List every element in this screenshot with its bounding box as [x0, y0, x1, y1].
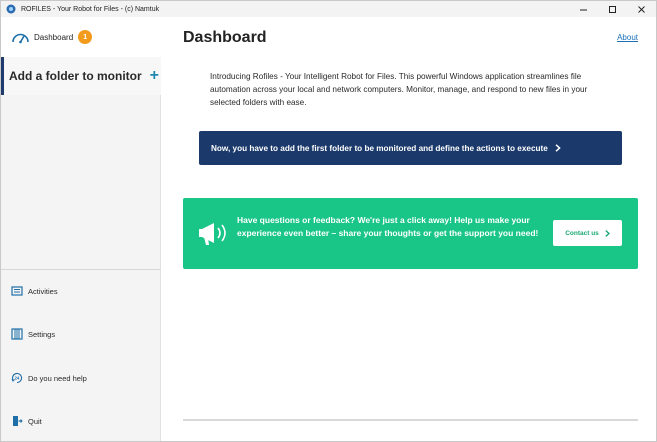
sidebar-item-activities[interactable]: Activities — [1, 279, 161, 303]
quit-icon — [13, 416, 23, 426]
svg-text:24: 24 — [15, 376, 20, 381]
maximize-button[interactable] — [598, 1, 627, 17]
sidebar-item-help[interactable]: 24 Do you need help — [1, 366, 161, 390]
contact-us-button[interactable]: Contact us — [553, 220, 622, 246]
sidebar-item-label: Dashboard — [34, 32, 74, 42]
about-link[interactable]: About — [617, 33, 638, 42]
sidebar-item-label: Activities — [28, 286, 58, 296]
sidebar-item-settings[interactable]: Settings — [1, 322, 161, 346]
chevron-right-icon — [555, 144, 561, 152]
megaphone-icon — [199, 223, 226, 245]
app-window: ROFILES - Your Robot for Files - (c) Nam… — [0, 0, 657, 442]
page-title: Dashboard — [183, 29, 267, 46]
bottom-divider — [183, 419, 638, 421]
notification-badge: 1 — [78, 30, 93, 44]
add-folder-button[interactable]: Add a folder to monitor + — [1, 57, 161, 95]
window-title: ROFILES - Your Robot for Files - (c) Nam… — [21, 5, 160, 13]
chevron-right-icon — [605, 229, 610, 237]
sidebar-item-label: Do you need help — [28, 373, 87, 383]
plus-icon: + — [149, 67, 159, 84]
minimize-icon — [580, 9, 587, 10]
window-controls — [569, 1, 656, 17]
close-button[interactable] — [627, 1, 656, 17]
app-logo-icon — [6, 4, 16, 14]
sidebar-item-label: Quit — [28, 416, 42, 426]
feedback-banner: Have questions or feedback? We're just a… — [183, 198, 638, 269]
add-first-folder-button[interactable]: Now, you have to add the first folder to… — [199, 131, 622, 165]
add-folder-label: Add a folder to monitor — [9, 69, 142, 83]
contact-us-label: Contact us — [565, 229, 599, 237]
intro-text: Introducing Rofiles - Your Intelligent R… — [210, 72, 588, 107]
feedback-text: Have questions or feedback? We're just a… — [237, 215, 539, 238]
maximize-icon — [609, 5, 616, 13]
gauge-icon — [12, 33, 29, 44]
title-bar[interactable]: ROFILES - Your Robot for Files - (c) Nam… — [1, 1, 656, 17]
minimize-button[interactable] — [569, 1, 598, 17]
settings-icon — [11, 328, 23, 340]
sidebar-divider — [1, 269, 161, 270]
activities-icon — [11, 286, 23, 296]
cta-label: Now, you have to add the first folder to… — [211, 143, 548, 153]
sidebar-item-dashboard[interactable]: Dashboard 1 — [1, 17, 161, 57]
help-24-icon: 24 — [11, 373, 23, 384]
sidebar-item-quit[interactable]: Quit — [1, 409, 161, 433]
close-icon — [638, 5, 645, 13]
main-content: Dashboard About Introducing Rofiles - Yo… — [162, 17, 656, 441]
sidebar: Dashboard 1 Add a folder to monitor + Ac… — [1, 17, 161, 441]
sidebar-item-label: Settings — [28, 329, 56, 339]
